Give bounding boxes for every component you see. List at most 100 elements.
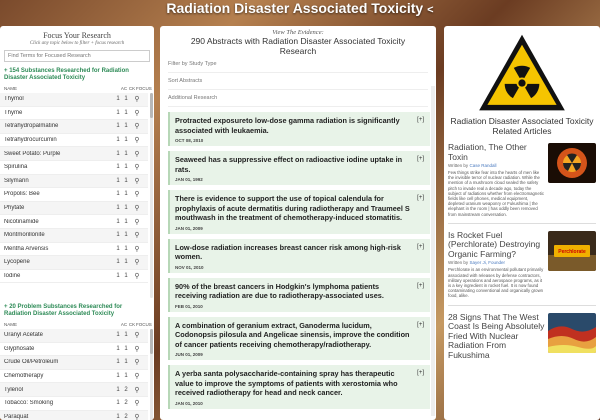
article-card[interactable]: Radiation, The Other Toxin Written by Ca… bbox=[444, 142, 600, 217]
abstract-title[interactable]: Low-dose radiation increases breast canc… bbox=[175, 243, 426, 262]
substance-name[interactable]: Silymarin bbox=[4, 178, 114, 184]
radiation-thumbnail[interactable] bbox=[548, 143, 596, 183]
abstract-card[interactable]: Protracted exposureto low-dose gamma rad… bbox=[168, 112, 430, 146]
list-item[interactable]: Spirulina 1 1 ⚲ bbox=[0, 161, 148, 175]
list-item[interactable]: Mentha Arvensis 1 1 ⚲ bbox=[0, 243, 148, 257]
abstract-card[interactable]: A yerba santa polysaccharide-containing … bbox=[168, 365, 430, 409]
substance-name[interactable]: Mentha Arvensis bbox=[4, 246, 114, 252]
focus-search-icon[interactable]: ⚲ bbox=[130, 399, 144, 407]
sort-abstracts[interactable]: Sort Abstracts bbox=[168, 73, 428, 90]
focus-search-icon[interactable]: ⚲ bbox=[130, 231, 144, 239]
list-item[interactable]: Silymarin 1 1 ⚲ bbox=[0, 174, 148, 189]
focus-search-icon[interactable]: ⚲ bbox=[130, 413, 144, 420]
abstract-card[interactable]: A combination of geranium extract, Ganod… bbox=[168, 316, 430, 360]
list-item[interactable]: Lycopene 1 1 ⚲ bbox=[0, 256, 148, 270]
col-ck[interactable]: CK bbox=[128, 86, 136, 93]
abstract-title[interactable]: 90% of the breast cancers in Hodgkin's l… bbox=[175, 282, 426, 301]
focus-search-icon[interactable]: ⚲ bbox=[130, 190, 144, 198]
focus-search-icon[interactable]: ⚲ bbox=[130, 245, 144, 253]
substance-name[interactable]: Crude Oil/Petroleum bbox=[4, 359, 114, 365]
substance-name[interactable]: Thyme bbox=[4, 110, 114, 116]
focus-search-icon[interactable]: ⚲ bbox=[130, 372, 144, 380]
abstract-card[interactable]: There is evidence to support the use of … bbox=[168, 190, 430, 234]
expand-abstract-button[interactable]: [+] bbox=[417, 244, 424, 250]
focus-search-icon[interactable]: ⚲ bbox=[130, 331, 144, 339]
focus-search-icon[interactable]: ⚲ bbox=[130, 122, 144, 130]
list-item[interactable]: Uranyl Acetate 1 1 ⚲ bbox=[0, 329, 148, 343]
article-headline[interactable]: Is Rocket Fuel (Perchlorate) Destroying … bbox=[448, 230, 545, 260]
problem-section-title[interactable]: + 20 Problem Substances Researched for R… bbox=[0, 304, 154, 318]
substance-name[interactable]: Spirulina bbox=[4, 164, 114, 170]
list-item[interactable]: Nicotinamide 1 1 ⚲ bbox=[0, 215, 148, 229]
substance-name[interactable]: Phytate bbox=[4, 205, 114, 211]
col-ac[interactable]: AC bbox=[120, 86, 128, 93]
substance-name[interactable]: Paraquat bbox=[4, 414, 114, 420]
abstract-title[interactable]: Protracted exposureto low-dose gamma rad… bbox=[175, 116, 426, 135]
article-author[interactable]: Case Randall bbox=[469, 163, 496, 168]
list-item[interactable]: Crude Oil/Petroleum 1 1 ⚲ bbox=[0, 356, 148, 370]
article-card[interactable]: 28 Signs That The West Coast Is Being Ab… bbox=[444, 312, 600, 361]
focus-search-icon[interactable]: ⚲ bbox=[130, 358, 144, 366]
focus-search-input[interactable] bbox=[4, 50, 150, 62]
col-ac[interactable]: AC bbox=[120, 322, 128, 329]
article-headline[interactable]: 28 Signs That The West Coast Is Being Ab… bbox=[448, 312, 545, 361]
substance-name[interactable]: Tetrahydrocurcumin bbox=[4, 137, 114, 143]
substance-name[interactable]: Nicotinamide bbox=[4, 219, 114, 225]
focus-search-icon[interactable]: ⚲ bbox=[130, 163, 144, 171]
abstract-card[interactable]: Low-dose radiation increases breast canc… bbox=[168, 238, 430, 273]
abstract-card[interactable]: 90% of the breast cancers in Hodgkin's l… bbox=[168, 277, 430, 312]
focus-search-icon[interactable]: ⚲ bbox=[130, 218, 144, 226]
abstract-title[interactable]: A combination of geranium extract, Ganod… bbox=[175, 321, 426, 350]
focus-search-icon[interactable]: ⚲ bbox=[130, 204, 144, 212]
expand-abstract-button[interactable]: [+] bbox=[417, 156, 424, 162]
col-ck[interactable]: CK bbox=[128, 322, 136, 329]
substance-name[interactable]: Tylenol bbox=[4, 387, 114, 393]
focus-search-icon[interactable]: ⚲ bbox=[130, 136, 144, 144]
focus-search-icon[interactable]: ⚲ bbox=[130, 177, 144, 185]
substance-name[interactable]: Iodine bbox=[4, 273, 114, 279]
focus-search-icon[interactable]: ⚲ bbox=[130, 386, 144, 394]
list-item[interactable]: Sweet Potato: Purple 1 1 ⚲ bbox=[0, 147, 148, 161]
expand-abstract-button[interactable]: [+] bbox=[417, 283, 424, 289]
list-item[interactable]: Thymol 1 1 ⚲ bbox=[0, 93, 148, 107]
list-item[interactable]: Tetrahydropalmatine 1 1 ⚲ bbox=[0, 120, 148, 134]
abstract-card[interactable]: Seaweed has a suppressive effect on radi… bbox=[168, 151, 430, 185]
filter-study-type[interactable]: Filter by Study Type bbox=[168, 56, 428, 73]
share-icon[interactable]: < bbox=[427, 4, 433, 16]
list-item[interactable]: Tetrahydrocurcumin 1 1 ⚲ bbox=[0, 134, 148, 148]
substance-name[interactable]: Tobacco: Smoking bbox=[4, 400, 114, 406]
list-item[interactable]: Chemotherapy 1 1 ⚲ bbox=[0, 370, 148, 384]
substance-name[interactable]: Montmorillonite bbox=[4, 232, 114, 238]
list-item[interactable]: Paraquat 1 2 ⚲ bbox=[0, 410, 148, 420]
focus-search-icon[interactable]: ⚲ bbox=[130, 258, 144, 266]
substances-scrollbar[interactable] bbox=[150, 93, 153, 298]
list-item[interactable]: Tobacco: Smoking 1 2 ⚲ bbox=[0, 397, 148, 411]
expand-abstract-button[interactable]: [+] bbox=[417, 195, 424, 201]
list-item[interactable]: Phytate 1 1 ⚲ bbox=[0, 201, 148, 216]
focus-search-icon[interactable]: ⚲ bbox=[130, 150, 144, 158]
article-headline[interactable]: Radiation, The Other Toxin bbox=[448, 142, 545, 162]
substance-name[interactable]: Sweet Potato: Purple bbox=[4, 151, 114, 157]
expand-abstract-button[interactable]: [+] bbox=[417, 370, 424, 376]
substance-name[interactable]: Glyphosate bbox=[4, 346, 114, 352]
focus-search-icon[interactable]: ⚲ bbox=[130, 272, 144, 280]
col-name[interactable]: NAME bbox=[4, 86, 120, 93]
additional-research[interactable]: Additional Research bbox=[168, 90, 428, 107]
abstract-title[interactable]: A yerba santa polysaccharide-containing … bbox=[175, 369, 426, 398]
substance-name[interactable]: Propolis: Bee bbox=[4, 191, 114, 197]
expand-abstract-button[interactable]: [+] bbox=[417, 117, 424, 123]
list-item[interactable]: Tylenol 1 2 ⚲ bbox=[0, 383, 148, 397]
problem-scrollbar[interactable] bbox=[150, 329, 153, 420]
list-item[interactable]: Montmorillonite 1 1 ⚲ bbox=[0, 228, 148, 243]
list-item[interactable]: Thyme 1 1 ⚲ bbox=[0, 107, 148, 121]
list-item[interactable]: Iodine 1 1 ⚲ bbox=[0, 270, 148, 284]
list-item[interactable]: Glyphosate 1 1 ⚲ bbox=[0, 343, 148, 357]
substances-section-title[interactable]: + 154 Substances Researched for Radiatio… bbox=[0, 68, 154, 82]
fukushima-thumbnail[interactable] bbox=[548, 312, 596, 353]
abstract-title[interactable]: Seaweed has a suppressive effect on radi… bbox=[175, 155, 426, 174]
article-card[interactable]: Is Rocket Fuel (Perchlorate) Destroying … bbox=[444, 230, 600, 299]
substance-name[interactable]: Uranyl Acetate bbox=[4, 332, 114, 338]
expand-abstract-button[interactable]: [+] bbox=[417, 322, 424, 328]
substance-name[interactable]: Lycopene bbox=[4, 259, 114, 265]
focus-search-icon[interactable]: ⚲ bbox=[130, 95, 144, 103]
